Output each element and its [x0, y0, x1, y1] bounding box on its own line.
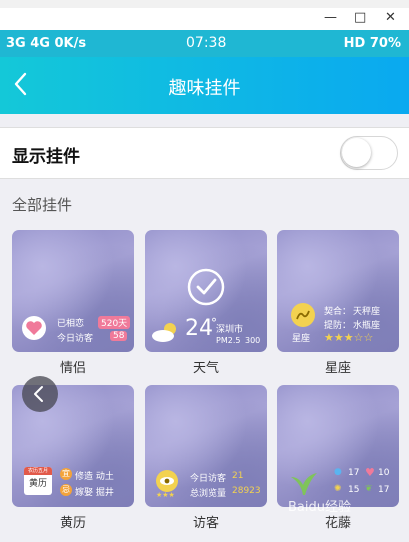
close-button[interactable]: ✕ — [385, 10, 396, 25]
visitor-stars: ★★★ — [156, 491, 175, 499]
vine-value-3: 15 — [348, 485, 360, 495]
vine-value-2: 10 — [378, 468, 390, 478]
calendar-top-text: 农历五月 — [24, 467, 52, 475]
almanac-bad-text: 嫁娶 掘井 — [75, 488, 114, 498]
couple-days-label: 已相恋 — [57, 319, 85, 329]
zodiac-sign-label: 星座 — [292, 334, 311, 344]
check-circle-icon — [187, 268, 225, 306]
toggle-knob — [342, 138, 371, 167]
widget-card-vine[interactable]: ● 17 ♥ 10 ✺ 15 ❦ 17 — [277, 385, 399, 507]
battery-status: HD 70% — [343, 36, 401, 51]
clock: 07:38 — [186, 35, 227, 51]
widget-card-weather[interactable]: 24 ° 深圳市 PM2.5 300 — [145, 230, 267, 352]
zodiac-icon — [291, 303, 315, 327]
weather-temp: 24 — [185, 316, 213, 341]
zodiac-avoid-label: 提防： — [324, 321, 352, 331]
status-bar: 3G 4G 0K/s 07:38 HD 70% — [0, 30, 409, 57]
vine-value-4: 17 — [378, 485, 390, 495]
widget-name-zodiac: 星座 — [324, 361, 351, 376]
browser-tab-strip — [0, 0, 409, 8]
couple-visitors-badge: 58 — [110, 331, 128, 341]
visitor-total-label: 总浏览量 — [190, 489, 227, 499]
almanac-good-mark: 宜 — [60, 468, 72, 480]
widget-card-visitor[interactable]: ★★★ 今日访客 21 总浏览量 28923 — [145, 385, 267, 507]
visitor-today-value: 21 — [232, 471, 244, 481]
cloud-moon-icon — [152, 323, 176, 342]
show-widgets-label: 显示挂件 — [12, 147, 80, 167]
widget-name-visitor: 访客 — [192, 516, 219, 531]
zodiac-star-rating: ★★★☆☆ — [324, 331, 374, 344]
maximize-button[interactable]: □ — [354, 10, 366, 25]
network-status: 3G 4G 0K/s — [6, 36, 87, 51]
widget-name-almanac: 黄历 — [59, 516, 86, 531]
heart-small-icon: ♥ — [365, 466, 375, 479]
leaf-icon: ❦ — [365, 484, 373, 494]
calendar-icon: 农历五月 黄历 — [24, 467, 52, 495]
chevron-left-icon — [34, 386, 43, 402]
widget-card-couple[interactable]: 已相恋 520天 今日访客 58 — [12, 230, 134, 352]
couple-visitors-label: 今日访客 — [57, 334, 94, 344]
sun-icon: ✺ — [334, 484, 342, 494]
show-widgets-row: 显示挂件 — [0, 127, 409, 179]
visitor-today-label: 今日访客 — [190, 474, 227, 484]
page-title: 趣味挂件 — [168, 78, 241, 99]
eye-badge-icon — [156, 470, 178, 492]
visitor-total-value: 28923 — [232, 486, 261, 496]
section-label: 全部挂件 — [12, 196, 73, 214]
title-bar: 趣味挂件 — [0, 57, 409, 114]
couple-days-badge: 520天 — [98, 316, 131, 329]
watermark: Baidu经验 — [288, 500, 351, 515]
zodiac-avoid-value: 水瓶座 — [353, 321, 381, 331]
widget-name-weather: 天气 — [192, 361, 219, 376]
weather-aq-value: 300 — [245, 336, 261, 345]
water-drop-icon: ● — [334, 467, 342, 477]
floating-back-button[interactable] — [22, 376, 58, 412]
calendar-main-text: 黄历 — [28, 479, 47, 489]
widget-card-zodiac[interactable]: 星座 契合： 天秤座 提防： 水瓶座 ★★★☆☆ — [277, 230, 399, 352]
weather-city: 深圳市 — [216, 325, 244, 335]
heart-icon — [22, 316, 46, 340]
zodiac-match-label: 契合： — [324, 307, 352, 317]
vine-value-1: 17 — [348, 468, 360, 478]
zodiac-match-value: 天秤座 — [353, 307, 381, 317]
widget-name-couple: 情侣 — [59, 361, 86, 376]
plant-icon — [291, 473, 317, 495]
show-widgets-toggle[interactable] — [340, 136, 398, 170]
almanac-bad-mark: 忌 — [60, 484, 72, 496]
weather-aq-label: PM2.5 — [216, 336, 241, 345]
almanac-good-text: 修造 动土 — [75, 472, 114, 482]
minimize-button[interactable]: — — [324, 10, 337, 25]
window-controls: — □ ✕ — [0, 8, 409, 30]
